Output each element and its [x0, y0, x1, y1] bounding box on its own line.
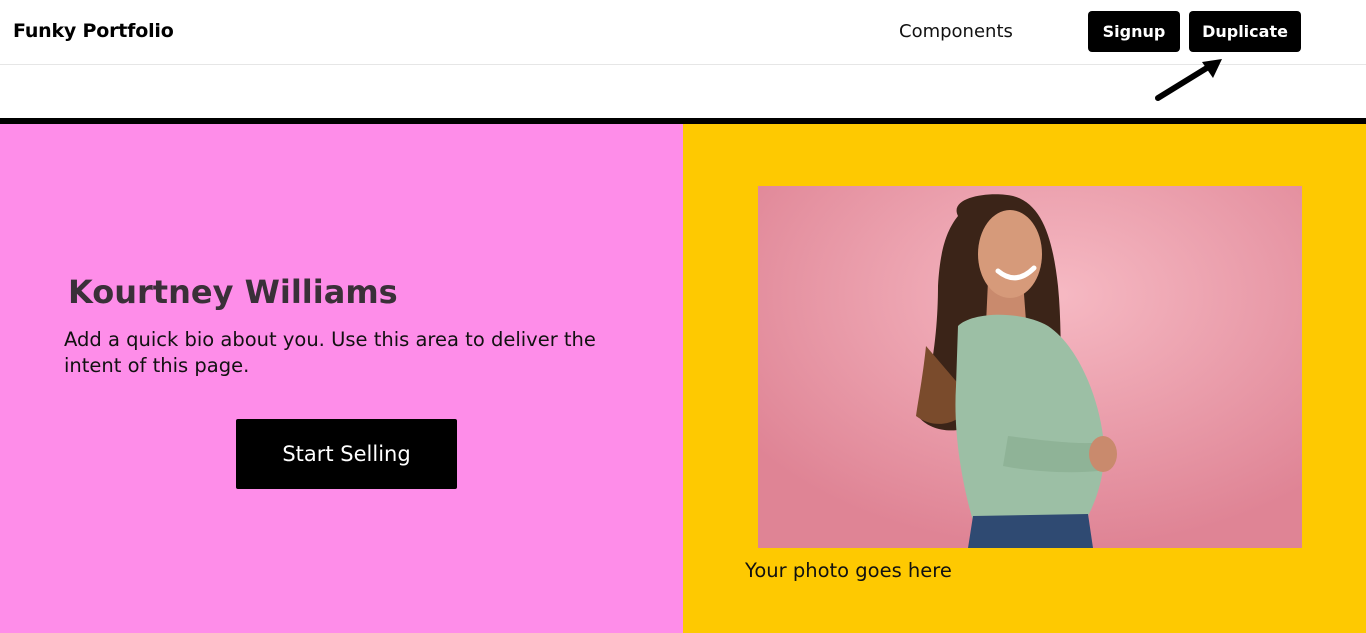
- duplicate-button[interactable]: Duplicate: [1189, 11, 1301, 52]
- nav-link-components[interactable]: Components: [899, 21, 1013, 42]
- profile-photo: [758, 186, 1302, 548]
- hero-left-panel: Kourtney Williams Add a quick bio about …: [0, 124, 683, 633]
- start-selling-button[interactable]: Start Selling: [236, 419, 457, 489]
- hero-right-panel: Your photo goes here: [683, 124, 1366, 633]
- photo-caption: Your photo goes here: [745, 559, 952, 582]
- signup-button[interactable]: Signup: [1088, 11, 1180, 52]
- hero-name-heading: Kourtney Williams: [68, 273, 398, 311]
- portrait-illustration: [758, 186, 1302, 548]
- brand-logo-text[interactable]: Funky Portfolio: [13, 20, 174, 42]
- arrow-up-right-icon: [1155, 59, 1222, 101]
- hero-bio-text: Add a quick bio about you. Use this area…: [64, 328, 596, 377]
